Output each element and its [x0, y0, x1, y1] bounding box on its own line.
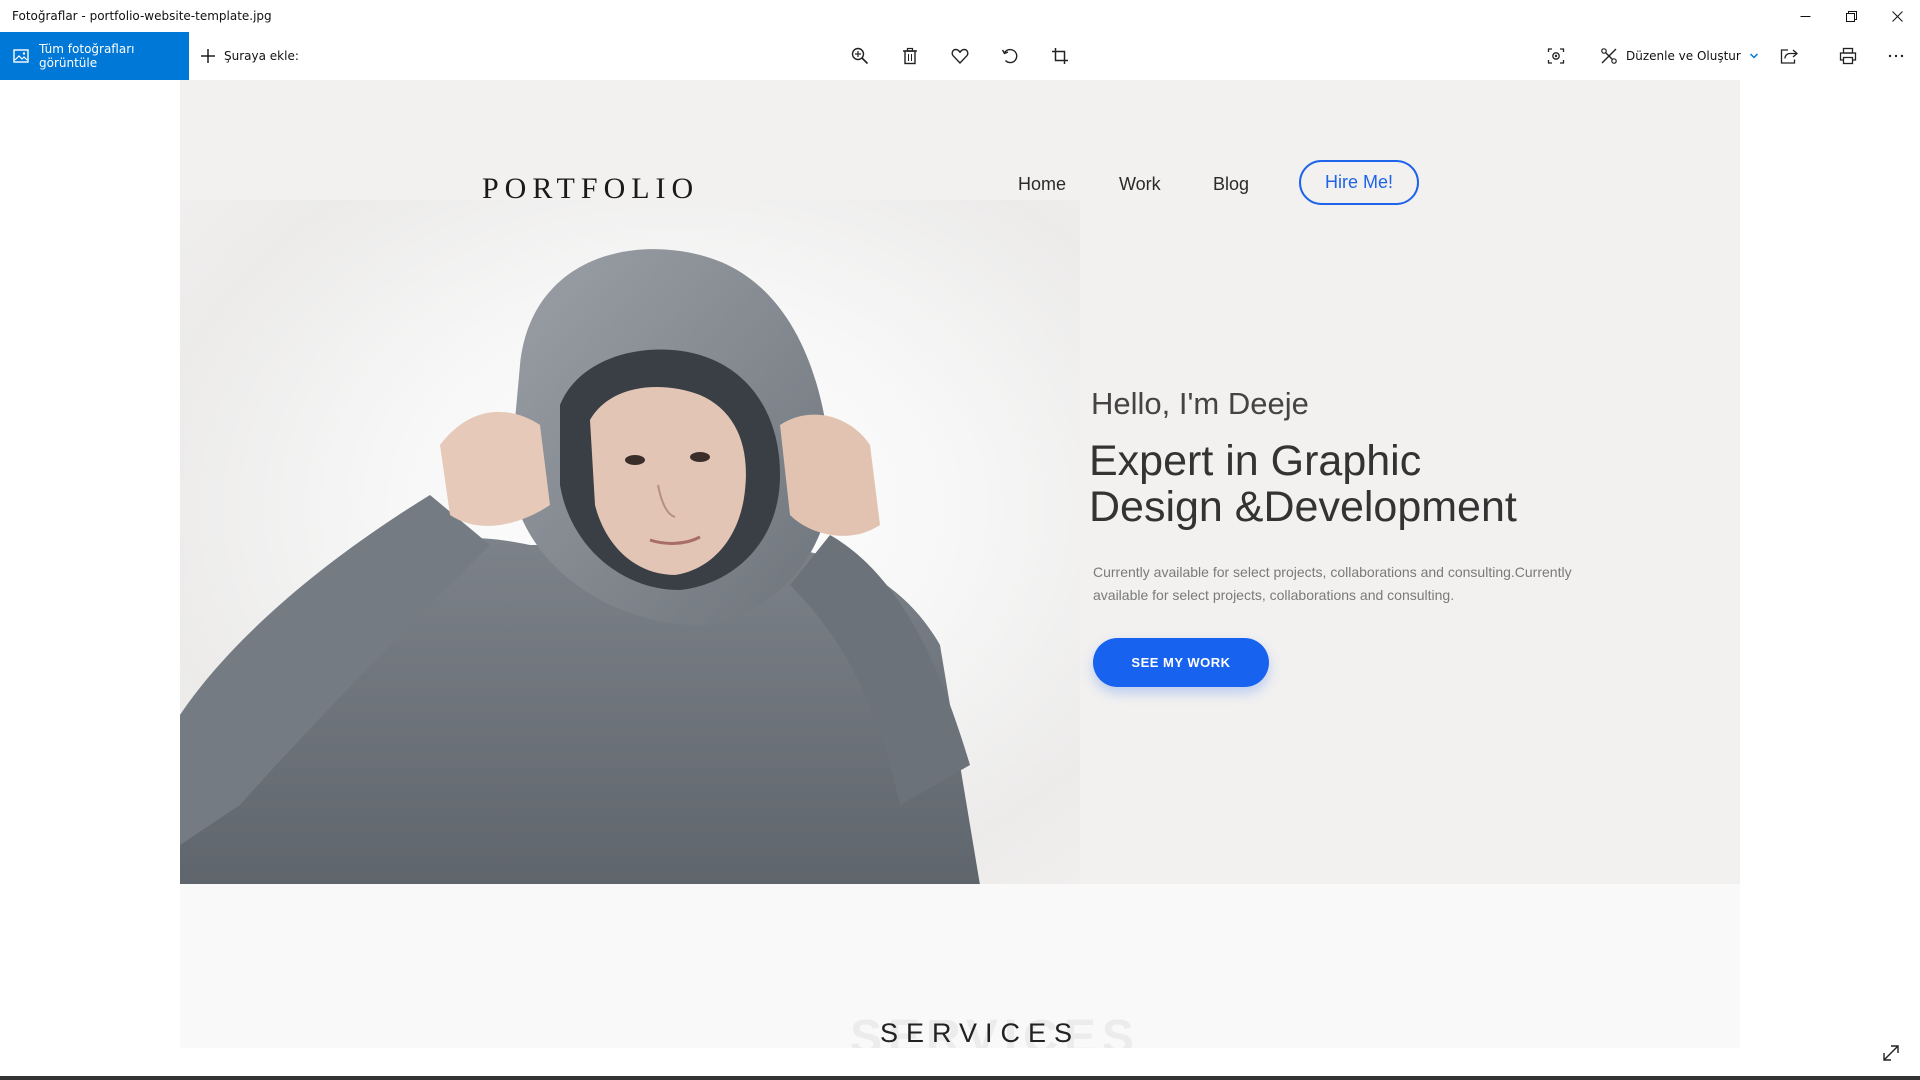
services-heading: SERVICES [880, 1018, 1081, 1048]
headline-line-2: Design &Development [1089, 483, 1517, 531]
edit-create-button[interactable]: Düzenle ve Oluştur [1600, 32, 1759, 80]
portfolio-image: PORTFOLIO Home Work Blog Hire Me! Hello,… [180, 80, 1740, 1048]
image-viewer[interactable]: PORTFOLIO Home Work Blog Hire Me! Hello,… [0, 80, 1920, 1080]
photos-icon [13, 48, 29, 64]
hire-me-button: Hire Me! [1299, 160, 1419, 205]
close-button[interactable] [1874, 0, 1920, 32]
rotate-button[interactable] [998, 44, 1022, 68]
nav-work: Work [1119, 174, 1161, 194]
restore-icon [1845, 10, 1857, 22]
print-icon [1839, 47, 1857, 65]
edit-icon [1600, 47, 1618, 65]
hooded-man-photo [180, 249, 980, 885]
chevron-down-icon [1749, 51, 1759, 61]
title-bar: Fotoğraflar - portfolio-website-template… [0, 0, 1920, 32]
zoom-in-icon [851, 47, 869, 65]
more-button[interactable] [1884, 44, 1908, 68]
share-button[interactable] [1777, 44, 1801, 68]
window-title: Fotoğraflar - portfolio-website-template… [12, 9, 272, 23]
add-to-button[interactable]: Şuraya ekle: [200, 32, 299, 80]
close-icon [1891, 10, 1903, 22]
edit-create-label: Düzenle ve Oluştur [1626, 49, 1741, 63]
hero-greeting: Hello, I'm Deeje [1091, 386, 1309, 421]
share-icon [1780, 49, 1798, 64]
see-my-work-button: SEE MY WORK [1093, 638, 1269, 687]
crop-icon [1052, 48, 1068, 64]
site-logo: PORTFOLIO [482, 172, 700, 205]
toolbar: Tüm fotoğrafları görüntüle Şuraya ekle: … [0, 32, 1920, 80]
nav-blog: Blog [1213, 174, 1250, 194]
restore-button[interactable] [1828, 0, 1874, 32]
fullscreen-icon[interactable] [1882, 1044, 1900, 1062]
headline-line-1: Expert in Graphic [1089, 437, 1422, 485]
add-to-label: Şuraya ekle: [224, 49, 299, 63]
rotate-icon [1001, 48, 1018, 64]
minimize-icon [1800, 15, 1810, 17]
plus-icon [200, 48, 216, 64]
crop-button[interactable] [1048, 44, 1072, 68]
all-photos-label: Tüm fotoğrafları görüntüle [39, 42, 135, 70]
zoom-button[interactable] [848, 44, 872, 68]
hero-description: Currently available for select projects,… [1093, 564, 1572, 603]
favorite-button[interactable] [948, 44, 972, 68]
enhance-button[interactable] [1544, 44, 1568, 68]
minimize-button[interactable] [1782, 0, 1828, 32]
delete-button[interactable] [898, 44, 922, 68]
bottom-edge [0, 1076, 1920, 1080]
hero-headline: Expert in Graphic Design &Development [1089, 438, 1609, 530]
nav-home: Home [1018, 174, 1067, 194]
more-icon [1888, 54, 1904, 58]
favorite-icon [951, 48, 969, 65]
print-button[interactable] [1836, 44, 1860, 68]
all-photos-button[interactable]: Tüm fotoğrafları görüntüle [0, 32, 189, 80]
delete-icon [903, 47, 917, 65]
hero-section: PORTFOLIO Home Work Blog Hire Me! Hello,… [180, 80, 1740, 885]
enhance-icon [1547, 48, 1565, 64]
